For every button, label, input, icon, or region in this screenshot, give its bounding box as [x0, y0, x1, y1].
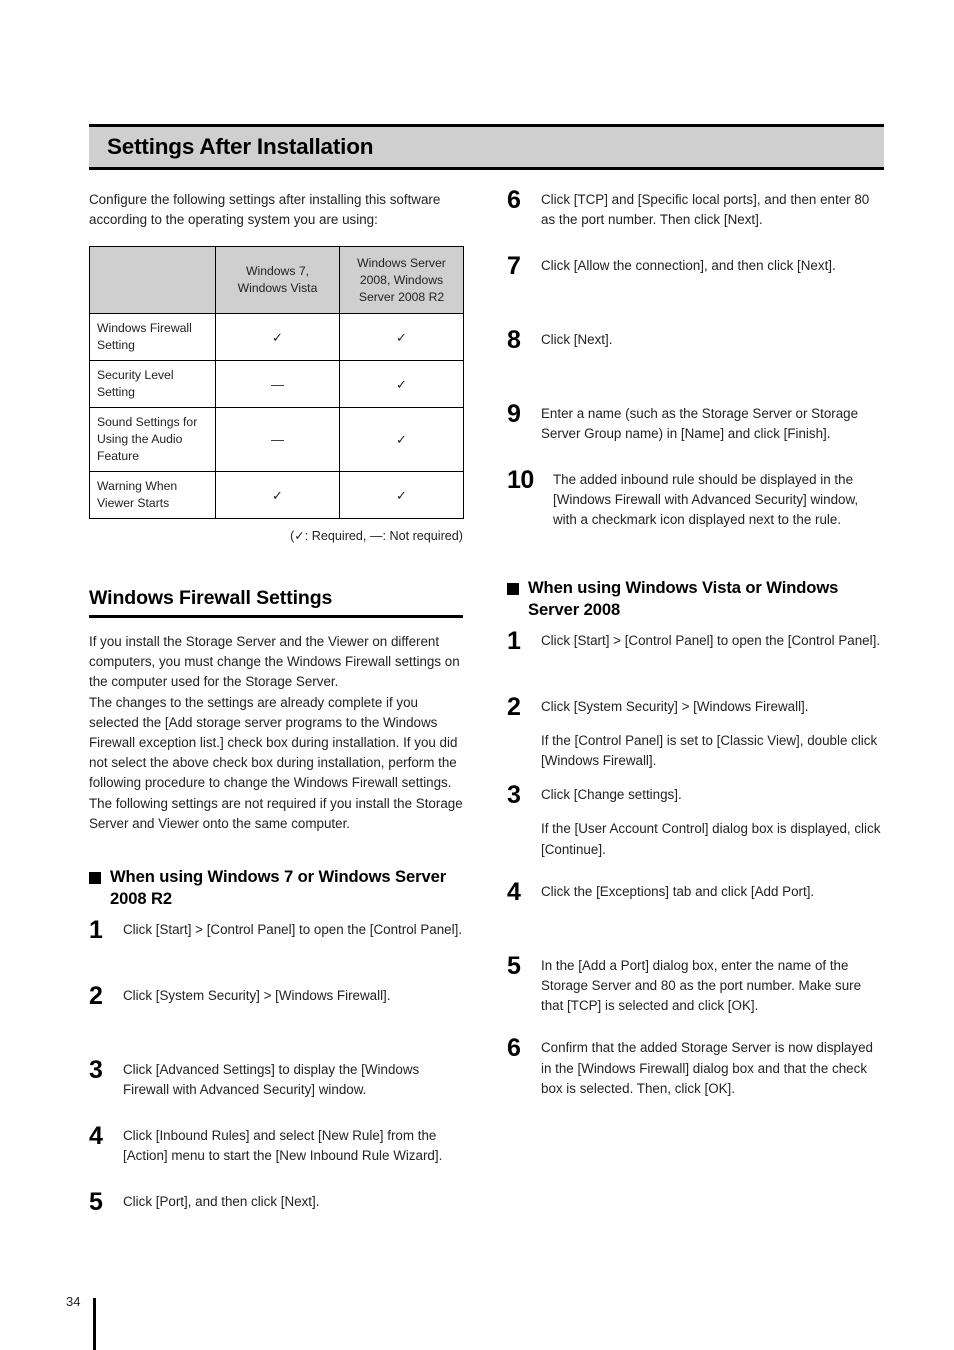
table-row: Security Level Setting — ✓ — [89, 360, 464, 408]
windows7-steps-list-part1: 1 Click [Start] > [Control Panel] to ope… — [89, 916, 467, 1236]
step-text: Click [Change settings]. — [541, 787, 682, 803]
step-number: 2 — [89, 982, 103, 1011]
table-cell-server: ✓ — [339, 471, 464, 519]
document-page: Settings After Installation Configure th… — [0, 0, 954, 1350]
table-cell-server: ✓ — [339, 313, 464, 361]
step-text: Confirm that the added Storage Server is… — [541, 1040, 873, 1096]
step-number: 6 — [507, 186, 521, 214]
step-number: 8 — [507, 326, 521, 354]
table-header-row: Windows 7, Windows Vista Windows Server … — [89, 246, 464, 314]
step-item: 6 Confirm that the added Storage Server … — [507, 1034, 885, 1099]
step-item: 10 The added inbound rule should be disp… — [507, 466, 885, 531]
step-number: 5 — [507, 951, 521, 980]
step-number: 6 — [507, 1034, 521, 1063]
step-text: In the [Add a Port] dialog box, enter th… — [541, 957, 862, 1014]
table-row-label: Windows Firewall Setting — [89, 313, 216, 361]
subheading-vista-label: When using Windows Vista or Windows Serv… — [528, 577, 839, 619]
vista-steps-list: 1 Click [Start] > [Control Panel] to ope… — [507, 626, 885, 1099]
step-text: Click [TCP] and [Specific local ports], … — [541, 192, 870, 228]
table-cell-server: ✓ — [339, 360, 464, 408]
windows7-steps-list-part2: 6 Click [TCP] and [Specific local ports]… — [507, 186, 885, 531]
table-row-label: Warning When Viewer Starts — [89, 471, 216, 519]
step-number: 3 — [89, 1056, 103, 1085]
page-number: 34 — [66, 1294, 81, 1309]
step-item: 5 In the [Add a Port] dialog box, enter … — [507, 951, 885, 1017]
table-row-label: Security Level Setting — [89, 360, 216, 408]
table-cell-win7: — — [215, 360, 340, 408]
step-text: Click [Port], and then click [Next]. — [123, 1194, 320, 1210]
step-item: 6 Click [TCP] and [Specific local ports]… — [507, 186, 885, 234]
step-text: Click [Start] > [Control Panel] to open … — [541, 632, 881, 648]
step-item: 7 Click [Allow the connection], and then… — [507, 252, 885, 300]
step-text: Click [System Security] > [Windows Firew… — [541, 698, 809, 714]
step-number: 4 — [89, 1122, 103, 1151]
step-text: Click [Start] > [Control Panel] to open … — [123, 922, 463, 938]
intro-paragraph: Configure the following settings after i… — [89, 192, 441, 227]
step-number: 1 — [89, 916, 103, 945]
step-item: 8 Click [Next]. — [507, 326, 885, 374]
step-number: 4 — [507, 877, 521, 906]
table-header-server: Windows Server 2008, Windows Server 2008… — [339, 246, 464, 314]
step-item: 4 Click the [Exceptions] tab and click [… — [507, 877, 885, 926]
right-column: 6 Click [TCP] and [Specific local ports]… — [507, 186, 885, 1107]
step-number: 3 — [507, 781, 521, 810]
step-item: 9 Enter a name (such as the Storage Serv… — [507, 400, 885, 448]
step-note: If the [User Account Control] dialog box… — [541, 821, 881, 857]
subheading-vista: When using Windows Vista or Windows Serv… — [507, 577, 885, 621]
step-note: If the [Control Panel] is set to [Classi… — [541, 732, 878, 769]
table-cell-win7: ✓ — [215, 313, 340, 361]
table-row: Sound Settings for Using the Audio Featu… — [89, 407, 464, 472]
section-heading-firewall: Windows Firewall Settings — [89, 587, 463, 618]
table-cell-win7: ✓ — [215, 471, 340, 519]
step-text: Click [System Security] > [Windows Firew… — [123, 988, 391, 1004]
step-text: Click the [Exceptions] tab and click [Ad… — [541, 883, 815, 899]
table-cell-win7: — — [215, 407, 340, 472]
step-item: 2 Click [System Security] > [Windows Fir… — [89, 982, 467, 1030]
step-item: 1 Click [Start] > [Control Panel] to ope… — [89, 916, 467, 964]
step-number: 10 — [507, 466, 534, 494]
step-text: Click [Allow the connection], and then c… — [541, 258, 836, 273]
square-bullet-icon — [507, 582, 519, 595]
table-row: Warning When Viewer Starts ✓ ✓ — [89, 471, 464, 519]
table-cell-server: ✓ — [339, 407, 464, 472]
chapter-banner: Settings After Installation — [89, 124, 884, 170]
step-number: 7 — [507, 252, 521, 280]
subheading-windows7: When using Windows 7 or Windows Server 2… — [89, 866, 467, 910]
step-text: Click [Advanced Settings] to display the… — [123, 1062, 420, 1098]
step-number: 2 — [507, 692, 521, 721]
subheading-windows7-label: When using Windows 7 or Windows Server 2… — [110, 867, 447, 909]
table-corner-cell — [89, 246, 216, 314]
footer-rule — [93, 1298, 96, 1350]
table-row: Windows Firewall Setting ✓ ✓ — [89, 313, 464, 361]
firewall-paragraph-3: The following settings are not required … — [89, 795, 463, 831]
os-compatibility-table: Windows 7, Windows Vista Windows Server … — [89, 246, 464, 519]
step-item: 2 Click [System Security] > [Windows Fir… — [507, 692, 885, 772]
firewall-paragraph-1: If you install the Storage Server and th… — [89, 634, 460, 690]
step-text: Enter a name (such as the Storage Server… — [541, 406, 859, 442]
left-column: Configure the following settings after i… — [89, 190, 467, 1244]
step-item: 3 Click [Change settings]. If the [User … — [507, 781, 885, 860]
step-item: 3 Click [Advanced Settings] to display t… — [89, 1056, 467, 1104]
table-legend: (✓: Required, —: Not required) — [290, 529, 463, 543]
step-number: 5 — [89, 1188, 103, 1217]
step-number: 1 — [507, 626, 521, 655]
step-item: 4 Click [Inbound Rules] and select [New … — [89, 1122, 467, 1170]
firewall-paragraph-2: The changes to the settings are already … — [89, 694, 458, 791]
square-bullet-icon — [89, 872, 101, 885]
step-text: Click [Next]. — [541, 332, 613, 347]
page-title: Settings After Installation — [107, 134, 374, 159]
step-item: 1 Click [Start] > [Control Panel] to ope… — [507, 626, 885, 675]
step-item: 5 Click [Port], and then click [Next]. — [89, 1188, 467, 1236]
step-text: The added inbound rule should be display… — [553, 472, 859, 528]
table-row-label: Sound Settings for Using the Audio Featu… — [89, 407, 216, 472]
table-header-win7: Windows 7, Windows Vista — [215, 246, 340, 314]
step-text: Click [Inbound Rules] and select [New Ru… — [123, 1128, 443, 1164]
step-number: 9 — [507, 400, 521, 428]
